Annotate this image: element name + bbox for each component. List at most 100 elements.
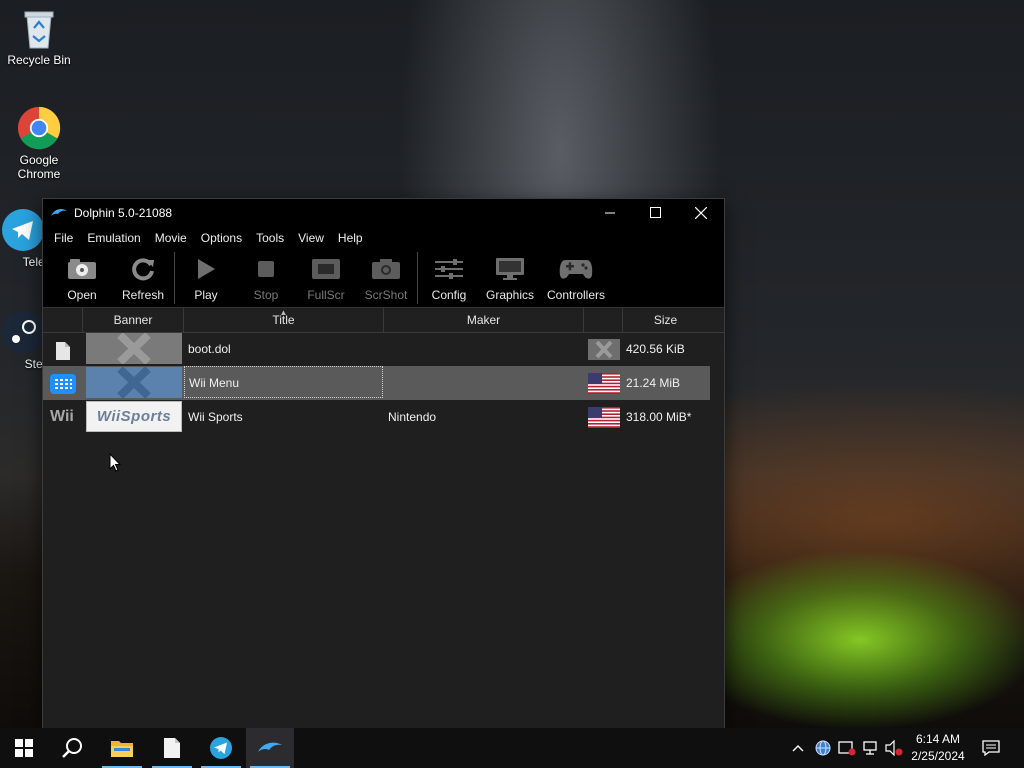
start-button[interactable] [0,728,48,768]
menu-tools[interactable]: Tools [249,226,291,250]
globe-icon [815,740,831,756]
config-button[interactable]: Config [419,250,479,302]
menu-file[interactable]: File [47,226,80,250]
us-flag-icon [588,407,620,428]
game-size: 318.00 MiB* [626,410,692,424]
sliders-icon [434,255,464,283]
start-icon [15,739,33,757]
wii-sports-banner: WiiSports [86,401,182,432]
game-row-selected[interactable]: Wii Menu 21.24 MiB [43,366,710,400]
monitor-icon [495,255,525,283]
screenshot-button[interactable]: ScrShot [356,250,416,302]
tray-volume[interactable] [883,728,905,768]
clock-date: 2/25/2024 [911,749,965,763]
desktop-icon-label: Google Chrome [17,153,61,181]
taskbar: 6:14 AM 2/25/2024 [0,728,1024,768]
menu-bar: File Emulation Movie Options Tools View … [43,226,724,250]
tray-network[interactable] [860,728,882,768]
taskbar-notepad[interactable] [148,728,196,768]
sort-up-icon: ▲ [279,308,288,317]
play-icon [196,255,216,283]
close-button[interactable] [678,199,724,226]
action-center-button[interactable] [978,728,1004,768]
game-row[interactable]: Wii WiiSports Wii Sports Nintendo 318.00… [43,400,710,434]
taskbar-file-explorer[interactable] [98,728,146,768]
search-button[interactable] [48,728,96,768]
column-size[interactable]: Size [623,308,708,332]
clock-time: 6:14 AM [915,732,961,746]
column-platform[interactable] [43,308,83,332]
toolbar-label: Graphics [485,288,535,302]
toolbar-separator [417,252,418,304]
search-icon [62,738,82,758]
taskbar-clock[interactable]: 6:14 AM 2/25/2024 [906,731,970,765]
chrome-icon [17,106,61,150]
menu-help[interactable]: Help [331,226,370,250]
toolbar-label: Play [194,288,218,302]
toolbar-label: Controllers [546,288,606,302]
telegram-icon [1,208,45,252]
wii-sports-logo: WiiSports [96,408,172,425]
volume-muted-icon [885,740,903,756]
refresh-icon [130,255,156,283]
banner-placeholder [86,366,182,399]
network-icon [863,741,877,755]
game-size: 420.56 KiB [626,342,685,356]
chevron-up-icon [792,744,804,752]
show-hidden-icons-button[interactable] [788,728,808,768]
file-explorer-icon [111,741,133,757]
unknown-region-icon [588,339,620,360]
column-maker[interactable]: Maker [384,308,584,332]
steam-icon [1,310,45,354]
file-icon [55,340,71,360]
title-bar[interactable]: Dolphin 5.0-21088 [43,199,724,226]
game-list-header: Banner ▲ Title Maker Size [43,308,724,333]
mouse-cursor-icon [109,452,122,475]
tray-network-globe[interactable] [812,728,834,768]
maximize-button[interactable] [632,199,678,226]
menu-emulation[interactable]: Emulation [80,226,147,250]
toolbar-separator [174,252,175,304]
desktop-icon-label: Recycle Bin [7,53,71,67]
refresh-button[interactable]: Refresh [113,250,173,302]
fullscreen-icon [311,255,341,283]
toolbar: Open Refresh Play Stop FullScr ScrShot C… [43,250,724,308]
toolbar-label: Config [431,288,467,302]
game-title: Wii Menu [184,366,383,398]
open-button[interactable]: Open [51,250,113,302]
wii-menu-icon [50,373,76,394]
desktop-icon-google-chrome[interactable]: Google Chrome [1,106,77,181]
recycle-bin-icon [17,6,61,50]
game-maker: Nintendo [388,410,437,424]
telegram-icon [210,737,232,759]
taskbar-telegram[interactable] [197,728,245,768]
column-region[interactable] [584,308,623,332]
controllers-button[interactable]: Controllers [541,250,611,302]
banner-placeholder [86,332,182,365]
play-button[interactable]: Play [176,250,236,302]
minimize-button[interactable] [587,199,633,226]
dolphin-window: Dolphin 5.0-21088 File Emulation Movie O… [42,198,725,732]
stop-button[interactable]: Stop [236,250,296,302]
graphics-button[interactable]: Graphics [479,250,541,302]
us-flag-icon [588,373,620,394]
tray-security[interactable] [836,728,858,768]
menu-options[interactable]: Options [194,226,249,250]
menu-movie[interactable]: Movie [148,226,194,250]
fullscreen-button[interactable]: FullScr [296,250,356,302]
desktop-icon-recycle-bin[interactable]: Recycle Bin [1,6,77,67]
wii-platform-icon: Wii [50,408,74,425]
toolbar-label: ScrShot [364,288,408,302]
gamepad-icon [559,255,593,283]
game-row[interactable]: boot.dol 420.56 KiB [43,332,710,366]
game-title: boot.dol [188,342,231,356]
taskbar-dolphin[interactable] [246,728,294,768]
notepad-icon [164,738,180,758]
column-title[interactable]: ▲ Title [184,308,384,332]
menu-view[interactable]: View [291,226,331,250]
dolphin-icon [50,204,68,222]
stop-icon [257,255,275,283]
window-title: Dolphin 5.0-21088 [74,205,173,220]
column-banner[interactable]: Banner [83,308,184,332]
toolbar-label: FullScr [307,288,345,302]
